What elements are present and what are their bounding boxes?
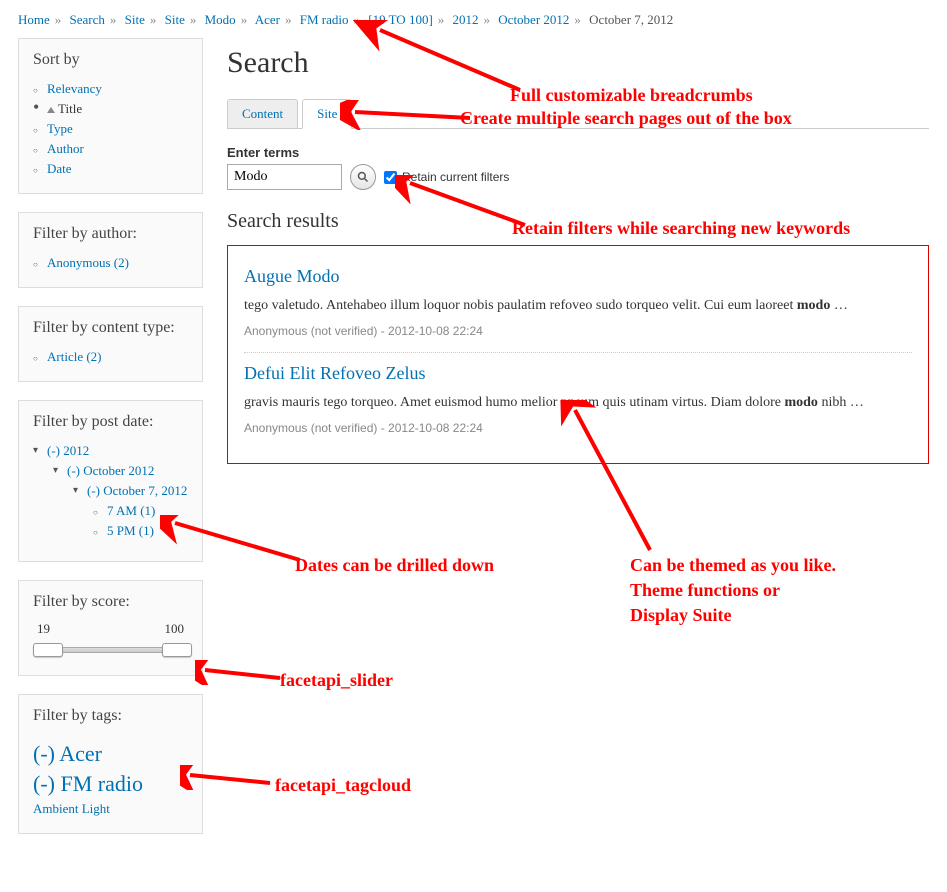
- breadcrumb: Home» Search» Site» Site» Modo» Acer» FM…: [0, 0, 947, 38]
- sort-relevancy[interactable]: Relevancy: [47, 81, 102, 96]
- result-title-link[interactable]: Augue Modo: [244, 266, 340, 286]
- crumb-link[interactable]: Modo: [205, 12, 236, 27]
- tag-link[interactable]: (-) Acer: [33, 739, 188, 769]
- crumb-link[interactable]: Site: [125, 12, 145, 27]
- block-title: Sort by: [33, 51, 188, 69]
- crumb-link[interactable]: FM radio: [300, 12, 349, 27]
- retain-filters-checkbox[interactable]: [384, 171, 397, 184]
- sort-type[interactable]: Type: [47, 121, 73, 136]
- facet-link[interactable]: (-) October 2012: [67, 463, 154, 478]
- tag-link[interactable]: Ambient Light: [33, 799, 188, 819]
- result-meta: Anonymous (not verified) - 2012-10-08 22…: [244, 324, 912, 338]
- filter-tags-block: Filter by tags: (-) Acer (-) FM radio Am…: [18, 694, 203, 834]
- tab-content[interactable]: Content: [227, 99, 298, 128]
- sort-block: Sort by Relevancy Title Type Author Date: [18, 38, 203, 194]
- page-title: Search: [227, 46, 929, 80]
- sort-author[interactable]: Author: [47, 141, 84, 156]
- crumb-link[interactable]: Search: [70, 12, 105, 27]
- sort-asc-icon: [47, 107, 55, 113]
- facet-link[interactable]: 5 PM (1): [107, 523, 154, 538]
- main-content: Search Content Site Enter terms Retain c…: [227, 38, 929, 852]
- crumb-link[interactable]: Acer: [255, 12, 280, 27]
- facet-link[interactable]: Article (2): [47, 349, 102, 364]
- result-meta: Anonymous (not verified) - 2012-10-08 22…: [244, 421, 912, 435]
- tab-site[interactable]: Site: [302, 99, 352, 129]
- tag-link[interactable]: (-) FM radio: [33, 769, 188, 799]
- search-icon: [357, 171, 369, 183]
- block-title: Filter by tags:: [33, 707, 188, 725]
- facet-link[interactable]: (-) October 7, 2012: [87, 483, 187, 498]
- block-title: Filter by author:: [33, 225, 188, 243]
- block-title: Filter by content type:: [33, 319, 188, 337]
- result-snippet: tego valetudo. Antehabeo illum loquor no…: [244, 295, 912, 316]
- score-max-label: 100: [165, 621, 185, 637]
- results-box: Augue Modo tego valetudo. Antehabeo illu…: [227, 245, 929, 464]
- score-min-label: 19: [37, 621, 50, 637]
- slider-handle-min[interactable]: [33, 643, 63, 657]
- sort-title-active: Title: [33, 99, 188, 119]
- results-title: Search results: [227, 210, 929, 233]
- filter-author-block: Filter by author: Anonymous (2): [18, 212, 203, 288]
- sidebar: Sort by Relevancy Title Type Author Date…: [18, 38, 203, 852]
- facet-link[interactable]: (-) 2012: [47, 443, 89, 458]
- result-title-link[interactable]: Defui Elit Refoveo Zelus: [244, 363, 425, 383]
- slider-handle-max[interactable]: [162, 643, 192, 657]
- search-button[interactable]: [350, 164, 376, 190]
- crumb-link[interactable]: October 2012: [498, 12, 569, 27]
- retain-filters-label: Retain current filters: [402, 170, 509, 184]
- crumb-link[interactable]: Site: [165, 12, 185, 27]
- search-result: Augue Modo tego valetudo. Antehabeo illu…: [244, 256, 912, 353]
- facet-link[interactable]: Anonymous (2): [47, 255, 129, 270]
- facet-link[interactable]: 7 AM (1): [107, 503, 155, 518]
- result-snippet: gravis mauris tego torqueo. Amet euismod…: [244, 392, 912, 413]
- search-label: Enter terms: [227, 145, 929, 160]
- filter-post-date-block: Filter by post date: (-) 2012 (-) Octobe…: [18, 400, 203, 562]
- search-tabs: Content Site: [227, 98, 929, 129]
- crumb-current: October 7, 2012: [589, 12, 673, 27]
- crumb-link[interactable]: [19 TO 100]: [368, 12, 433, 27]
- crumb-link[interactable]: 2012: [453, 12, 479, 27]
- sort-date[interactable]: Date: [47, 161, 72, 176]
- search-result: Defui Elit Refoveo Zelus gravis mauris t…: [244, 353, 912, 449]
- filter-content-type-block: Filter by content type: Article (2): [18, 306, 203, 382]
- filter-score-block: Filter by score: 19 100: [18, 580, 203, 676]
- search-input[interactable]: [227, 164, 342, 190]
- block-title: Filter by post date:: [33, 413, 188, 431]
- score-slider[interactable]: [33, 641, 188, 661]
- block-title: Filter by score:: [33, 593, 188, 611]
- crumb-link[interactable]: Home: [18, 12, 50, 27]
